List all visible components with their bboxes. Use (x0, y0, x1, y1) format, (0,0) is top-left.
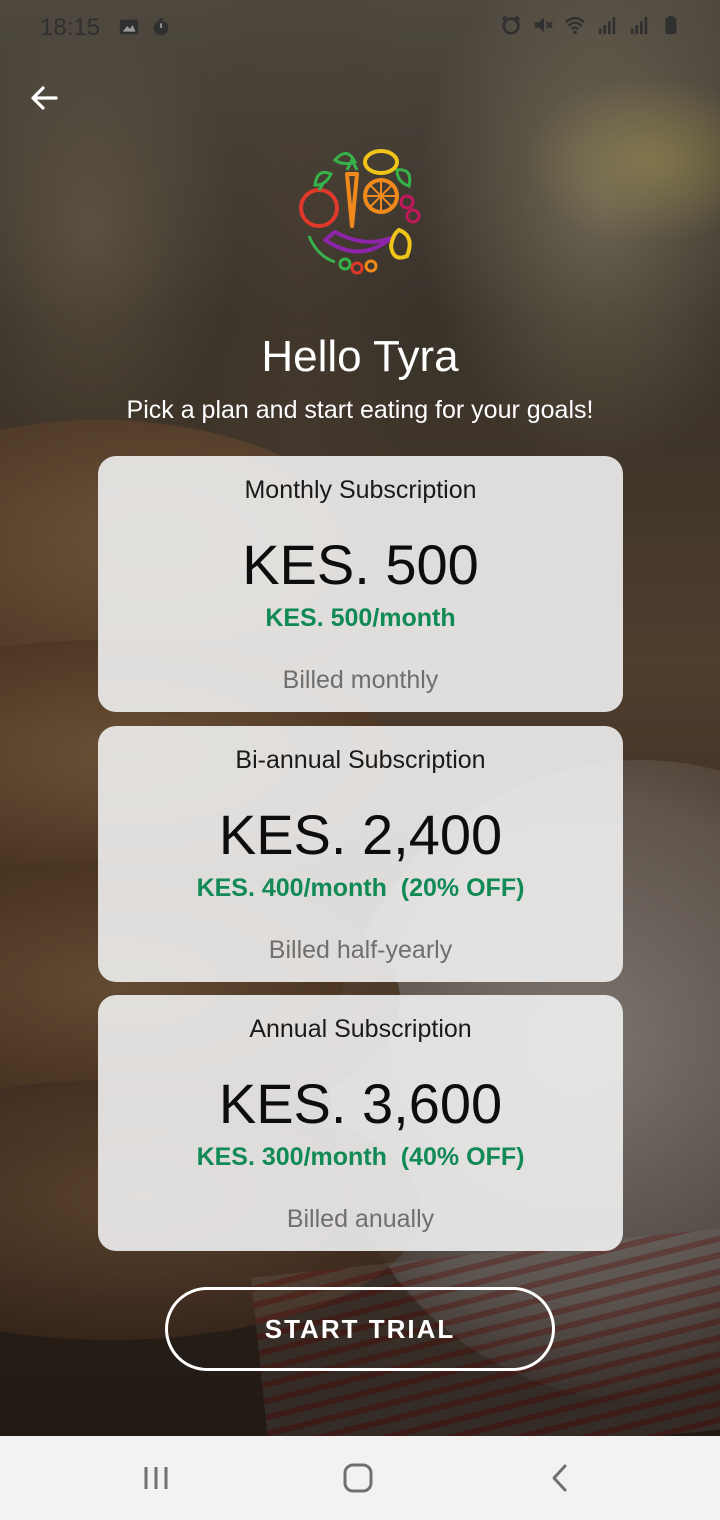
signal-icon (630, 16, 648, 35)
signal-icon (598, 16, 616, 35)
plan-card-annual[interactable]: Annual Subscription KES. 3,600 KES. 300/… (98, 995, 623, 1251)
arrow-left-icon (31, 86, 58, 110)
plan-monthly-rate: KES. 300/month (40% OFF) (196, 1143, 525, 1171)
vegetables-wreath-logo (299, 149, 421, 275)
status-bar: 18:15 (0, 0, 720, 56)
recents-icon (144, 1467, 168, 1489)
back-icon (552, 1464, 567, 1492)
back-button[interactable] (22, 76, 66, 120)
nav-back-button[interactable] (538, 1458, 582, 1498)
timer-icon (153, 17, 169, 36)
system-nav-bar (0, 1436, 720, 1520)
plan-card-bi-annual[interactable]: Bi-annual Subscription KES. 2,400 KES. 4… (98, 726, 623, 982)
plan-billing-cycle: Billed monthly (282, 666, 439, 694)
recents-button[interactable] (134, 1458, 178, 1498)
plan-price: KES. 2,400 (218, 803, 503, 866)
status-right-icons (500, 14, 682, 36)
home-icon (343, 1463, 373, 1493)
wifi-icon (565, 16, 585, 35)
battery-icon (665, 15, 677, 35)
mute-icon (534, 17, 553, 33)
home-button[interactable] (336, 1458, 380, 1498)
plan-price: KES. 3,600 (218, 1072, 503, 1135)
plan-monthly-rate: KES. 400/month (20% OFF) (196, 874, 525, 902)
start-trial-button[interactable]: START TRIAL (165, 1287, 555, 1371)
plan-name: Annual Subscription (249, 1015, 472, 1043)
plan-name: Bi-annual Subscription (235, 746, 486, 774)
alarm-icon (501, 15, 521, 35)
plan-name: Monthly Subscription (244, 476, 477, 504)
greeting-title: Hello Tyra (261, 332, 459, 381)
image-icon (119, 19, 139, 35)
status-time: 18:15 (40, 14, 101, 41)
plan-monthly-rate: KES. 500/month (265, 604, 456, 632)
plan-billing-cycle: Billed anually (286, 1205, 435, 1233)
plan-price: KES. 500 (242, 533, 479, 596)
status-left-icons (118, 16, 172, 38)
plan-billing-cycle: Billed half-yearly (268, 936, 453, 964)
plan-card-monthly[interactable]: Monthly Subscription KES. 500 KES. 500/m… (98, 456, 623, 712)
greeting-subtitle: Pick a plan and start eating for your go… (126, 396, 594, 424)
